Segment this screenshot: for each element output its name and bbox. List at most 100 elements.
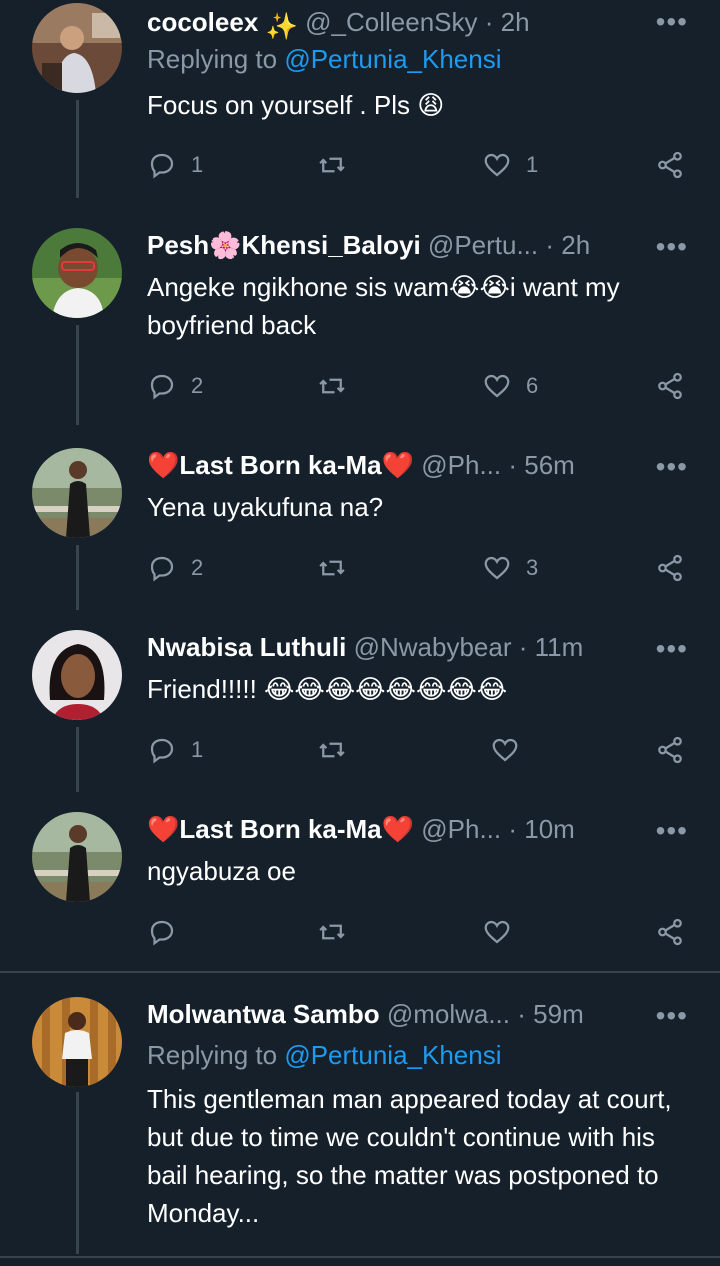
- reply-icon: [150, 556, 174, 582]
- timestamp[interactable]: 11m: [535, 632, 584, 662]
- more-icon[interactable]: •••: [656, 453, 688, 481]
- tweet[interactable]: Pesh🌸Khensi_Baloyi @Pertu... · 2h ••• An…: [0, 225, 720, 425]
- display-name[interactable]: Molwantwa Sambo: [147, 999, 380, 1029]
- tweet[interactable]: Nwabisa Luthuli @Nwabybear · 11m ••• Fri…: [0, 627, 720, 797]
- timestamp[interactable]: 2h: [561, 230, 590, 260]
- timestamp[interactable]: 10m: [524, 814, 575, 844]
- reply-count: 1: [191, 737, 204, 762]
- heart-icon: [484, 920, 510, 944]
- share-icon: [658, 918, 682, 946]
- display-name[interactable]: Pesh🌸Khensi_Baloyi: [147, 230, 421, 260]
- sparkles-emoji: ✨: [265, 11, 298, 41]
- display-name[interactable]: Nwabisa Luthuli: [147, 632, 346, 662]
- retweet-icon: [319, 378, 345, 394]
- tweet-text: ngyabuza oe: [147, 856, 296, 886]
- retweet-icon: [319, 924, 345, 940]
- tweet-text: This gentleman man appeared today at cou…: [147, 1084, 672, 1228]
- tweet-header: Molwantwa Sambo @molwa... · 59m: [147, 994, 650, 1034]
- retweet-button[interactable]: [317, 145, 361, 185]
- share-icon: [658, 372, 682, 400]
- tweet[interactable]: cocoleex ✨ @_ColleenSky · 2h ••• Replyin…: [0, 0, 720, 200]
- separator: ·: [545, 230, 555, 260]
- reply-button[interactable]: 2: [147, 366, 203, 406]
- retweet-button[interactable]: [317, 366, 361, 406]
- separator: ·: [517, 999, 526, 1029]
- avatar[interactable]: [32, 997, 122, 1087]
- separator: ·: [508, 814, 518, 844]
- share-icon: [658, 151, 682, 179]
- action-bar: 2 3: [147, 548, 687, 588]
- mention-link[interactable]: @Pertunia_Khensi: [284, 44, 501, 74]
- like-button[interactable]: [490, 730, 534, 770]
- more-icon[interactable]: •••: [656, 233, 688, 261]
- share-button[interactable]: [655, 730, 685, 770]
- tweet-header: cocoleex ✨ @_ColleenSky · 2h: [147, 2, 650, 42]
- like-button[interactable]: [482, 912, 526, 952]
- reply-icon: [150, 738, 174, 764]
- tweet-text: Yena uyakufuna na?: [147, 492, 384, 522]
- more-icon[interactable]: •••: [656, 1002, 688, 1030]
- retweet-icon: [319, 157, 345, 173]
- like-button[interactable]: 1: [482, 145, 538, 185]
- like-button[interactable]: 6: [482, 366, 538, 406]
- tweet-header: Nwabisa Luthuli @Nwabybear · 11m: [147, 627, 650, 667]
- more-icon[interactable]: •••: [656, 8, 688, 36]
- reply-count: 1: [191, 152, 204, 177]
- like-count: 3: [526, 555, 539, 580]
- replying-to-label: Replying to: [147, 44, 278, 74]
- retweet-button[interactable]: [317, 730, 361, 770]
- tweet-text: Friend!!!!! 😂😂😂😂😂😂😂😂: [147, 674, 508, 704]
- heart-icon: [484, 374, 510, 398]
- more-icon[interactable]: •••: [656, 817, 688, 845]
- share-icon: [658, 554, 682, 582]
- replying-to: Replying to @Pertunia_Khensi: [147, 44, 502, 75]
- tweet-text: Focus on yourself . Pls 😩: [147, 90, 445, 120]
- handle[interactable]: @Nwabybear: [354, 632, 512, 662]
- display-name[interactable]: ❤️Last Born ka-Ma❤️: [147, 814, 414, 844]
- retweet-button[interactable]: [317, 548, 361, 588]
- action-bar: 1: [147, 730, 687, 770]
- reply-button[interactable]: [147, 912, 191, 952]
- tweet[interactable]: ❤️Last Born ka-Ma❤️ @Ph... · 10m ••• ngy…: [0, 809, 720, 969]
- avatar[interactable]: [32, 448, 122, 538]
- reply-icon: [150, 374, 174, 400]
- replying-to: Replying to @Pertunia_Khensi: [147, 1040, 502, 1071]
- mention-link[interactable]: @Pertunia_Khensi: [284, 1040, 501, 1070]
- separator: ·: [518, 632, 528, 662]
- retweet-button[interactable]: [317, 912, 361, 952]
- handle[interactable]: @Ph...: [421, 450, 501, 480]
- avatar[interactable]: [32, 228, 122, 318]
- like-button[interactable]: 3: [482, 548, 538, 588]
- reply-button[interactable]: 2: [147, 548, 203, 588]
- timestamp[interactable]: 59m: [533, 999, 584, 1029]
- avatar[interactable]: [32, 812, 122, 902]
- handle[interactable]: @_ColleenSky: [305, 7, 477, 37]
- handle[interactable]: @molwa...: [387, 999, 510, 1029]
- display-name[interactable]: ❤️Last Born ka-Ma❤️: [147, 450, 414, 480]
- like-count: 6: [526, 373, 539, 398]
- more-icon[interactable]: •••: [656, 635, 688, 663]
- tweet-header: ❤️Last Born ka-Ma❤️ @Ph... · 10m: [147, 809, 650, 849]
- reply-button[interactable]: 1: [147, 145, 203, 185]
- handle[interactable]: @Ph...: [421, 814, 501, 844]
- avatar[interactable]: [32, 3, 122, 93]
- share-button[interactable]: [655, 145, 685, 185]
- share-button[interactable]: [655, 548, 685, 588]
- heart-icon: [484, 556, 510, 580]
- tweet[interactable]: ❤️Last Born ka-Ma❤️ @Ph... · 56m ••• Yen…: [0, 445, 720, 615]
- reply-button[interactable]: 1: [147, 730, 203, 770]
- display-name[interactable]: cocoleex: [147, 7, 258, 37]
- tweet-header: Pesh🌸Khensi_Baloyi @Pertu... · 2h: [147, 225, 650, 265]
- replying-to-label: Replying to: [147, 1040, 278, 1070]
- timestamp[interactable]: 56m: [524, 450, 575, 480]
- divider: [0, 1256, 720, 1258]
- tweet-text: Angeke ngikhone sis wam😭😭i want my boyfr…: [147, 272, 620, 340]
- avatar[interactable]: [32, 630, 122, 720]
- separator: ·: [508, 450, 518, 480]
- heart-icon: [484, 153, 510, 177]
- share-button[interactable]: [655, 366, 685, 406]
- handle[interactable]: @Pertu...: [428, 230, 538, 260]
- share-button[interactable]: [655, 912, 685, 952]
- tweet[interactable]: Molwantwa Sambo @molwa... · 59m ••• Repl…: [0, 994, 720, 1254]
- timestamp[interactable]: 2h: [501, 7, 530, 37]
